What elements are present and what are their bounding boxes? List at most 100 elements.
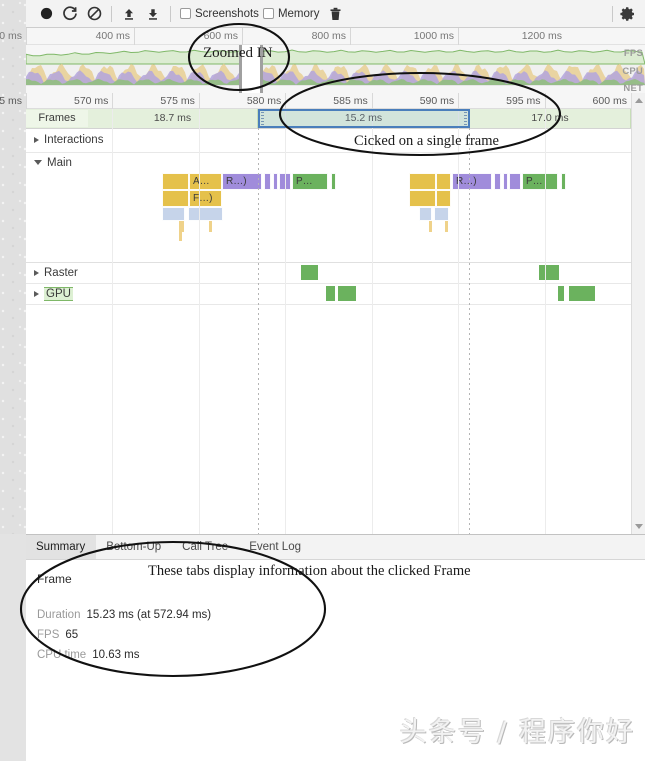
raster-bar[interactable] [301, 265, 318, 280]
flame-bar[interactable] [445, 221, 448, 232]
timeline-ruler[interactable]: 5 ms 570 ms 575 ms 580 ms 585 ms 590 ms 595 ms… [0, 93, 631, 109]
timeline-tick: 575 ms [112, 93, 198, 109]
screenshots-checkbox[interactable]: Screenshots [180, 8, 259, 20]
summary-row-key: CPU time [37, 649, 87, 661]
overview-tick: 1000 ms [350, 28, 458, 45]
overview-tick: 400 ms [26, 28, 134, 45]
summary-row-key: Duration [37, 609, 81, 621]
timeline-tick: 585 ms [285, 93, 371, 109]
flame-bar[interactable] [162, 207, 185, 221]
tab-bottom-up[interactable]: Bottom-Up [96, 535, 172, 559]
track-header-gpu[interactable]: GPU [26, 283, 73, 304]
timeline-tick: 5 ms [0, 93, 26, 109]
track-label-raster: Raster [44, 266, 78, 279]
track-main[interactable]: Main A… R…) P… F…) R…) P… [26, 152, 631, 263]
flame-bar[interactable] [436, 190, 451, 207]
flame-bar[interactable] [264, 173, 271, 190]
overview-ruler[interactable]: 200 ms400 ms600 ms800 ms1000 ms1200 ms [0, 28, 645, 45]
trash-icon[interactable] [323, 2, 347, 26]
tab-summary[interactable]: Summary [26, 535, 97, 559]
flame-bar[interactable] [188, 207, 223, 221]
left-gutter-texture [0, 0, 26, 534]
performance-toolbar: Screenshots Memory [26, 0, 645, 28]
flame-bar[interactable]: R…) [222, 173, 262, 190]
track-header-interactions[interactable]: Interactions [26, 129, 103, 150]
gpu-bar[interactable] [558, 286, 564, 301]
flame-bar[interactable]: P… [522, 173, 558, 190]
flame-bar[interactable] [429, 221, 432, 232]
overview-label-cpu: CPU [622, 66, 643, 77]
track-label-interactions: Interactions [44, 133, 104, 146]
frame-cell[interactable]: 18.7 ms [88, 109, 258, 128]
overview-label-fps: FPS [623, 48, 643, 59]
frame-boundary-marker [258, 128, 259, 534]
chevron-right-icon[interactable] [34, 136, 39, 143]
tab-call-tree[interactable]: Call Tree [172, 535, 239, 559]
track-raster[interactable]: Raster [26, 262, 631, 284]
timeline-tick: 590 ms [371, 93, 458, 109]
flame-bar[interactable] [273, 173, 278, 190]
toolbar-separator-3 [612, 6, 613, 22]
frame-resize-handle-left[interactable] [261, 112, 264, 125]
save-profile-icon[interactable] [141, 2, 165, 26]
gpu-bar[interactable] [326, 286, 335, 301]
flame-bar[interactable] [409, 173, 436, 190]
flame-bar[interactable] [179, 221, 184, 232]
overview-graph-svg [26, 49, 645, 85]
flame-bar[interactable] [436, 173, 451, 190]
overview-time-selection-window[interactable] [239, 45, 263, 93]
track-header-raster[interactable]: Raster [26, 262, 78, 283]
flame-bar[interactable] [419, 207, 432, 221]
flame-bar[interactable] [179, 232, 182, 241]
flame-bar[interactable] [209, 221, 212, 232]
overview-tick: 1200 ms [458, 28, 566, 45]
chevron-right-icon[interactable] [34, 269, 39, 276]
flame-bar[interactable]: P… [292, 173, 328, 190]
gpu-bar[interactable] [338, 286, 356, 301]
timeline-vertical-scrollbar[interactable] [631, 93, 645, 534]
reload-and-record-icon[interactable] [58, 2, 82, 26]
memory-checkbox[interactable]: Memory [262, 8, 319, 20]
frame-cell[interactable]: 17.0 ms [470, 109, 631, 128]
flame-bar[interactable] [503, 173, 508, 190]
clear-icon[interactable] [82, 2, 106, 26]
summary-row-value: 65 [65, 629, 79, 641]
flame-bar[interactable] [409, 190, 436, 207]
load-profile-icon[interactable] [117, 2, 141, 26]
flame-bar[interactable] [494, 173, 501, 190]
frames-track-label: Frames [26, 110, 88, 127]
raster-bar[interactable] [539, 265, 559, 280]
flame-bar[interactable]: A… [189, 173, 222, 190]
chevron-down-icon[interactable] [34, 160, 42, 165]
frame-resize-handle-right[interactable] [464, 112, 467, 125]
memory-checkbox-box[interactable] [262, 8, 274, 19]
track-interactions[interactable]: Interactions [26, 129, 631, 153]
flame-bar[interactable] [162, 173, 189, 190]
track-gpu[interactable]: GPU [26, 283, 631, 305]
flame-bar[interactable] [509, 173, 521, 190]
summary-row-value: 15.23 ms (at 572.94 ms) [86, 609, 212, 621]
overview-tick: 800 ms [242, 28, 350, 45]
record-button[interactable] [34, 2, 58, 26]
timeline-tick: 595 ms [458, 93, 544, 109]
chevron-right-icon[interactable] [34, 290, 39, 297]
flame-bar[interactable] [561, 173, 566, 190]
summary-row-value: 10.63 ms [92, 649, 140, 661]
summary-row-key: FPS [37, 629, 60, 641]
gear-icon[interactable] [617, 4, 639, 24]
gpu-bar[interactable] [569, 286, 595, 301]
flame-bar[interactable] [162, 190, 189, 207]
flame-bar[interactable] [434, 207, 449, 221]
track-header-main[interactable]: Main [26, 152, 72, 173]
timeline-tracks: Frames Interactions Main A… R…) P… F…) R…) P…… [26, 109, 631, 534]
overview-pane[interactable]: FPS CPU NET [26, 45, 645, 93]
timeline-tick: 580 ms [198, 93, 285, 109]
summary-row: CPU time 10.63 ms [37, 649, 140, 661]
flame-bar[interactable]: F…) [189, 190, 222, 207]
selected-frame-highlight[interactable] [258, 109, 470, 128]
scroll-up-arrow-icon[interactable] [635, 98, 643, 103]
screenshots-checkbox-box[interactable] [180, 8, 191, 19]
scroll-down-arrow-icon[interactable] [635, 524, 643, 529]
flame-bar[interactable] [331, 173, 336, 190]
tab-event-log[interactable]: Event Log [239, 535, 312, 559]
